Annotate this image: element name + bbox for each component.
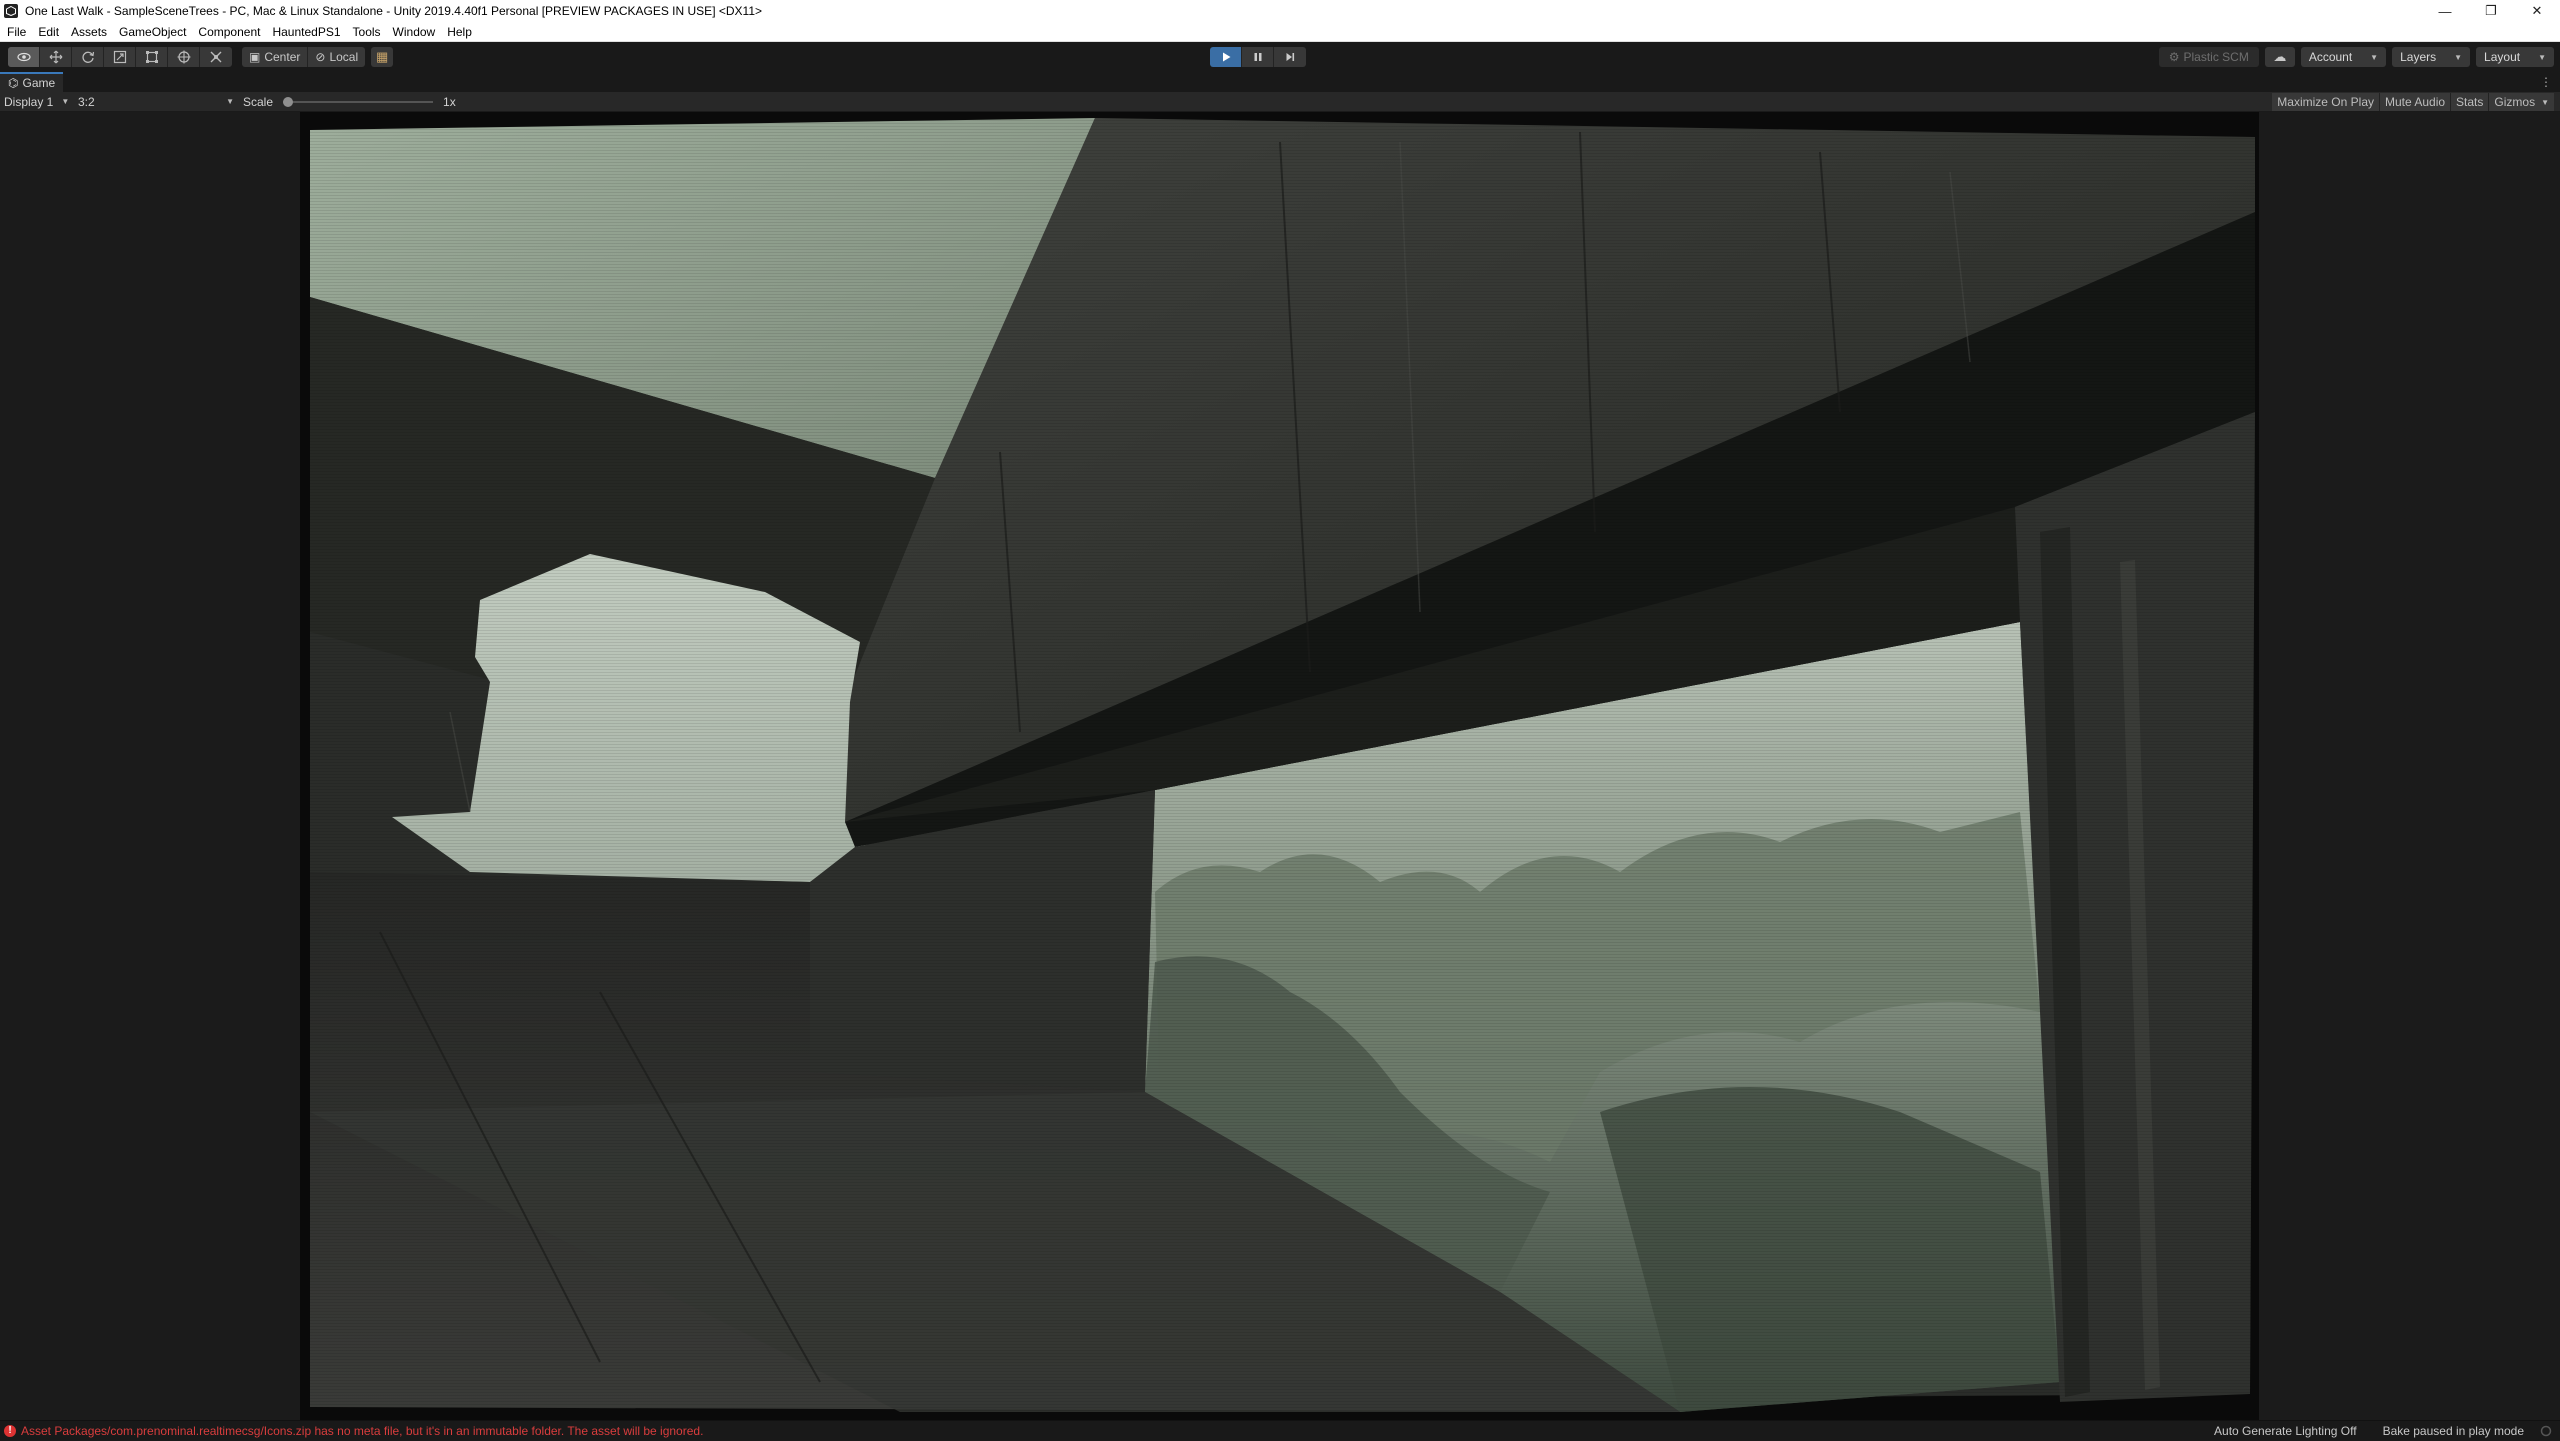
gizmos-label: Gizmos <box>2494 95 2536 109</box>
window-controls: — ❐ ✕ <box>2422 0 2560 22</box>
layout-dropdown[interactable]: Layout ▼ <box>2476 47 2554 67</box>
pivot-mode-toggle[interactable]: ▣ Center <box>242 47 309 67</box>
account-label: Account <box>2308 50 2353 64</box>
rotate-tool-icon[interactable] <box>72 47 104 67</box>
play-button[interactable] <box>1210 47 1242 67</box>
gamepad-icon: ⌬ <box>8 76 19 90</box>
play-icon <box>1222 52 1230 62</box>
menu-bar: File Edit Assets GameObject Component Ha… <box>0 22 2560 42</box>
chevron-down-icon: ▼ <box>2538 52 2546 62</box>
game-view-panel <box>0 112 2560 1420</box>
aspect-dropdown[interactable]: 3:2 ▼ <box>78 95 238 109</box>
close-button[interactable]: ✕ <box>2514 0 2560 22</box>
toolbar-right: ⚙ Plastic SCM ☁ Account ▼ Layers ▼ Layou… <box>2158 47 2554 67</box>
pivot-toggles: ▣ Center ⊘ Local <box>242 47 366 67</box>
pivot-center-icon: ▣ <box>249 50 261 64</box>
chevron-down-icon: ▼ <box>61 97 70 106</box>
chevron-down-icon: ▼ <box>226 97 234 106</box>
play-controls <box>1210 47 1306 67</box>
scale-tool-icon[interactable] <box>104 47 136 67</box>
minimize-button[interactable]: — <box>2422 0 2468 22</box>
layers-dropdown[interactable]: Layers ▼ <box>2392 47 2471 67</box>
more-options-icon[interactable]: ⋮ <box>2540 75 2552 89</box>
scale-slider[interactable] <box>283 96 434 107</box>
editor-tab-row: ⌬ Game ⋮ <box>0 72 2560 92</box>
plastic-scm-icon: ⚙ <box>2168 50 2180 64</box>
bake-status: Bake paused in play mode <box>2382 1424 2524 1438</box>
status-bar: ! Asset Packages/com.prenominal.realtime… <box>0 1420 2560 1440</box>
menu-assets[interactable]: Assets <box>65 22 113 42</box>
local-rotation-icon: ⊘ <box>315 50 326 64</box>
scale-slider-handle[interactable] <box>283 96 294 107</box>
maximize-on-play-toggle[interactable]: Maximize On Play <box>2272 93 2380 111</box>
grid-snap-icon[interactable]: ▦ <box>371 47 394 67</box>
scale-control: Scale 1x <box>243 95 456 109</box>
transform-tools <box>8 47 232 67</box>
chevron-down-icon: ▼ <box>2454 52 2463 62</box>
plastic-scm-button[interactable]: ⚙ Plastic SCM <box>2158 47 2259 67</box>
error-icon: ! <box>4 1424 16 1437</box>
status-right: Auto Generate Lighting Off Bake paused i… <box>2214 1421 2524 1441</box>
cloud-icon[interactable]: ☁ <box>2264 47 2295 67</box>
lighting-status[interactable]: Auto Generate Lighting Off <box>2214 1424 2357 1438</box>
pause-button[interactable] <box>1242 47 1274 67</box>
menu-gameobject[interactable]: GameObject <box>113 22 192 42</box>
transform-tool-icon[interactable] <box>168 47 200 67</box>
scale-value: 1x <box>443 94 456 109</box>
layers-label: Layers <box>2400 50 2437 64</box>
game-scene-render <box>300 112 2259 1420</box>
stats-toggle[interactable]: Stats <box>2451 93 2490 111</box>
tab-game-label: Game <box>22 76 56 90</box>
chevron-down-icon: ▼ <box>2541 97 2549 107</box>
menu-file[interactable]: File <box>0 22 32 42</box>
title-bar: One Last Walk - SampleSceneTrees - PC, M… <box>0 0 2560 22</box>
mute-audio-toggle[interactable]: Mute Audio <box>2380 93 2452 111</box>
gizmos-dropdown[interactable]: Gizmos ▼ <box>2489 93 2554 111</box>
rect-tool-icon[interactable] <box>136 47 168 67</box>
game-render-screen[interactable] <box>300 112 2259 1420</box>
layout-label: Layout <box>2484 50 2521 64</box>
window-title: One Last Walk - SampleSceneTrees - PC, M… <box>25 4 762 18</box>
menu-tools[interactable]: Tools <box>347 22 387 42</box>
plastic-scm-label: Plastic SCM <box>2183 50 2249 64</box>
display-label: Display 1 <box>4 94 54 109</box>
pivot-rotation-label: Local <box>329 50 359 64</box>
chevron-down-icon: ▼ <box>2370 52 2379 62</box>
menu-window[interactable]: Window <box>387 22 442 42</box>
aspect-label: 3:2 <box>78 94 95 109</box>
move-tool-icon[interactable] <box>40 47 72 67</box>
pause-icon <box>1254 53 1261 61</box>
restore-button[interactable]: ❐ <box>2468 0 2514 22</box>
progress-spinner-icon <box>2540 1425 2552 1437</box>
menu-hauntedps1[interactable]: HauntedPS1 <box>266 22 346 42</box>
menu-component[interactable]: Component <box>192 22 266 42</box>
menu-help[interactable]: Help <box>441 22 478 42</box>
game-view-options: Maximize On Play Mute Audio Stats Gizmos… <box>2272 92 2554 112</box>
pivot-rotation-toggle[interactable]: ⊘ Local <box>308 47 365 67</box>
pivot-mode-label: Center <box>264 50 301 64</box>
main-toolbar: ▣ Center ⊘ Local ▦ ⚙ Plastic SCM ☁ Accou… <box>0 42 2560 72</box>
game-view-toolbar: Display 1 ▼ 3:2 ▼ Scale 1x Maximize On P… <box>0 92 2560 112</box>
step-button[interactable] <box>1274 47 1306 67</box>
display-dropdown[interactable]: Display 1 ▼ <box>0 95 78 109</box>
console-error-message[interactable]: Asset Packages/com.prenominal.realtimecs… <box>21 1424 703 1438</box>
unity-logo-icon <box>4 4 18 18</box>
custom-tool-icon[interactable] <box>200 47 232 67</box>
tab-game[interactable]: ⌬ Game <box>0 72 64 92</box>
scale-label: Scale <box>243 94 274 109</box>
view-tool-icon[interactable] <box>8 47 40 67</box>
account-dropdown[interactable]: Account ▼ <box>2300 47 2387 67</box>
menu-edit[interactable]: Edit <box>32 22 65 42</box>
step-icon <box>1286 53 1295 61</box>
